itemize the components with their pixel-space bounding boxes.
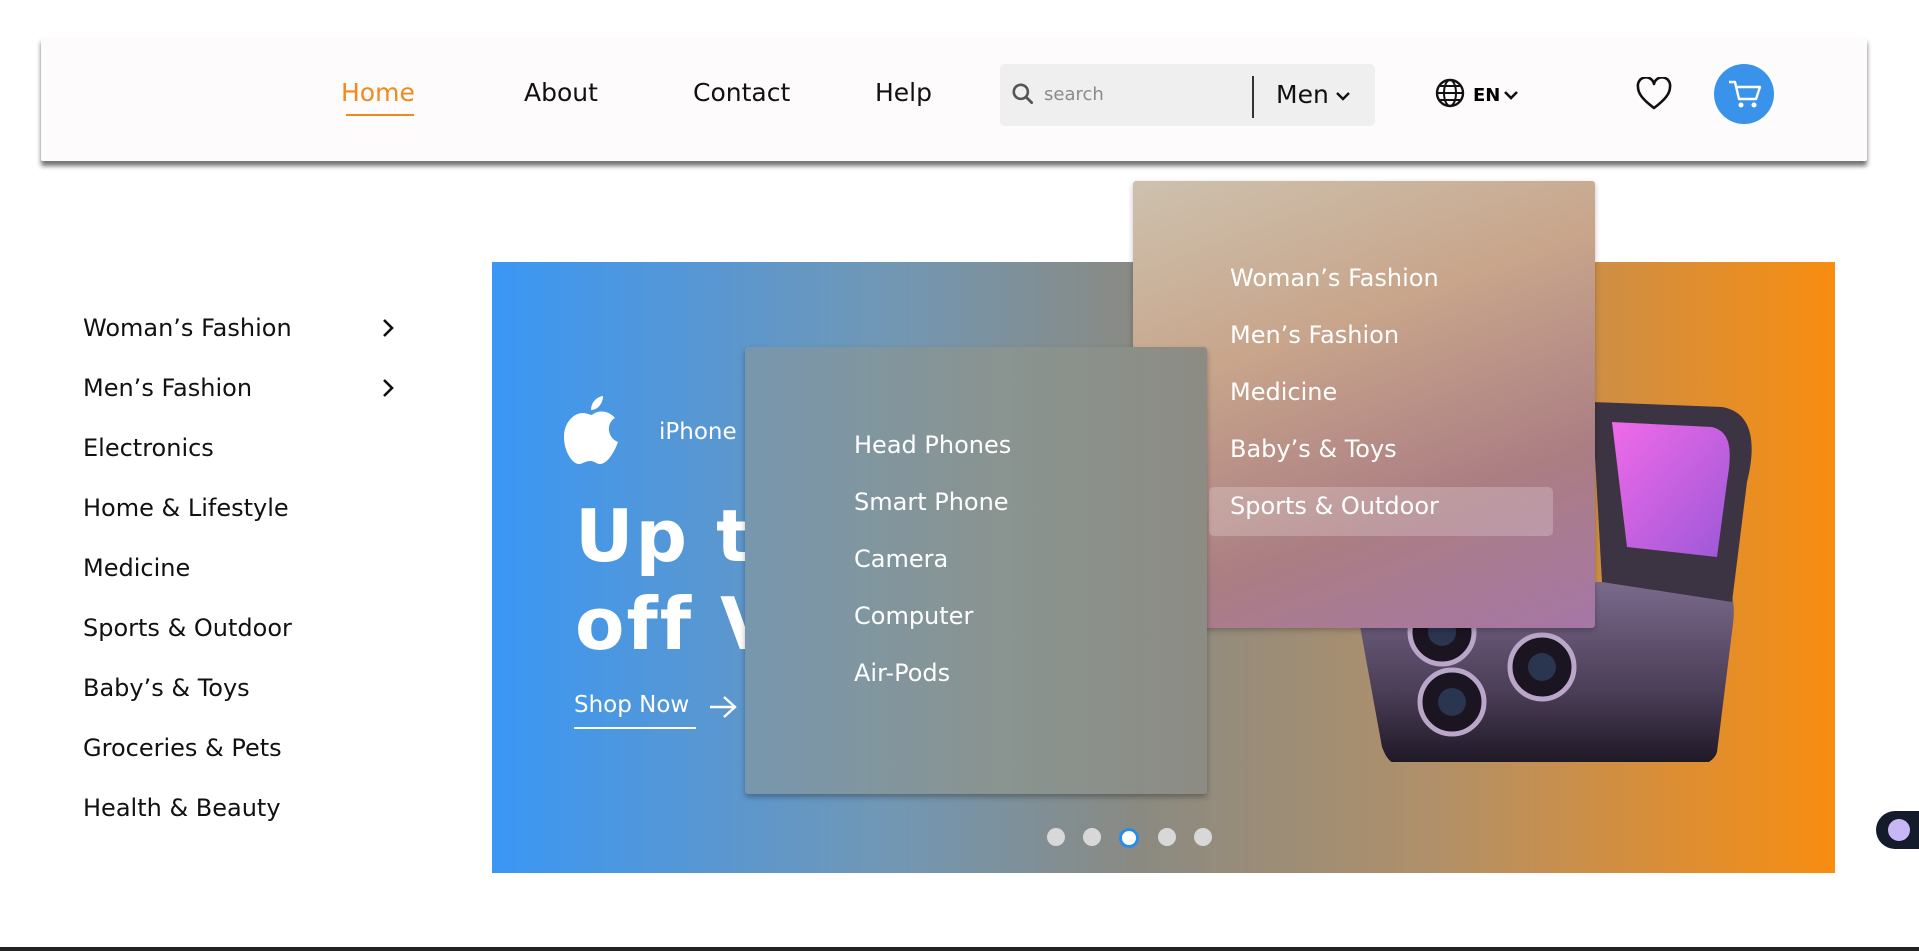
sidebar-item-medicine[interactable]: Medicine <box>83 554 190 582</box>
search-divider <box>1252 76 1254 118</box>
chevron-down-icon[interactable] <box>1503 89 1519 101</box>
chevron-right-icon[interactable] <box>381 318 395 338</box>
nav-home-underline <box>346 114 414 116</box>
sidebar-item-sports-outdoor[interactable]: Sports & Outdoor <box>83 614 292 642</box>
submenu-item-air-pods[interactable]: Air-Pods <box>854 659 950 687</box>
nav-contact[interactable]: Contact <box>693 78 790 107</box>
carousel-dot-4[interactable] <box>1158 828 1176 846</box>
sidebar-item-womans-fashion[interactable]: Woman’s Fashion <box>83 314 292 342</box>
banner-subtitle: iPhone <box>659 419 737 445</box>
search-category-select[interactable]: Men <box>1276 80 1329 109</box>
chatbot-icon <box>1888 819 1910 841</box>
search-input[interactable]: search <box>1044 84 1104 105</box>
sidebar-item-home-lifestyle[interactable]: Home & Lifestyle <box>83 494 289 522</box>
chevron-down-icon[interactable] <box>1335 90 1351 102</box>
carousel-dot-1[interactable] <box>1047 828 1065 846</box>
submenu-item-smart-phone[interactable]: Smart Phone <box>854 488 1009 516</box>
globe-icon[interactable] <box>1434 77 1466 109</box>
nav-home[interactable]: Home <box>341 78 415 107</box>
sidebar-item-groceries-pets[interactable]: Groceries & Pets <box>83 734 282 762</box>
carousel-dot-5[interactable] <box>1194 828 1212 846</box>
carousel-dot-2[interactable] <box>1083 828 1101 846</box>
nav-about[interactable]: About <box>524 78 598 107</box>
electronics-submenu: Head Phones Smart Phone Camera Computer … <box>745 347 1207 794</box>
carousel-dot-3[interactable] <box>1119 828 1139 848</box>
sidebar-item-mens-fashion[interactable]: Men’s Fashion <box>83 374 252 402</box>
dropdown-item-mens-fashion[interactable]: Men’s Fashion <box>1230 321 1399 349</box>
dropdown-item-babys-toys[interactable]: Baby’s & Toys <box>1230 435 1397 463</box>
site-header: Home About Contact Help search Men EN <box>41 37 1867 161</box>
cart-button[interactable] <box>1714 64 1774 124</box>
sidebar-item-health-beauty[interactable]: Health & Beauty <box>83 794 281 822</box>
sidebar-item-babys-toys[interactable]: Baby’s & Toys <box>83 674 250 702</box>
dropdown-item-sports-outdoor[interactable]: Sports & Outdoor <box>1230 492 1439 520</box>
shop-now-link[interactable]: Shop Now <box>574 692 689 718</box>
submenu-item-head-phones[interactable]: Head Phones <box>854 431 1011 459</box>
heart-icon[interactable] <box>1636 77 1672 111</box>
search-icon <box>1012 83 1034 105</box>
submenu-item-computer[interactable]: Computer <box>854 602 973 630</box>
chevron-right-icon[interactable] <box>381 378 395 398</box>
submenu-item-camera[interactable]: Camera <box>854 545 948 573</box>
sidebar-item-electronics[interactable]: Electronics <box>83 434 214 462</box>
nav-help[interactable]: Help <box>875 78 932 107</box>
arrow-right-icon[interactable] <box>708 695 738 719</box>
shop-now-underline <box>574 727 696 729</box>
chatbot-launcher[interactable] <box>1876 811 1919 849</box>
cart-icon <box>1729 80 1762 108</box>
dropdown-item-medicine[interactable]: Medicine <box>1230 378 1337 406</box>
footer-divider <box>0 947 1919 951</box>
search-bar[interactable]: search Men <box>1000 64 1375 126</box>
apple-logo-icon <box>564 396 618 464</box>
language-select[interactable]: EN <box>1473 85 1500 106</box>
dropdown-item-womans-fashion[interactable]: Woman’s Fashion <box>1230 264 1439 292</box>
